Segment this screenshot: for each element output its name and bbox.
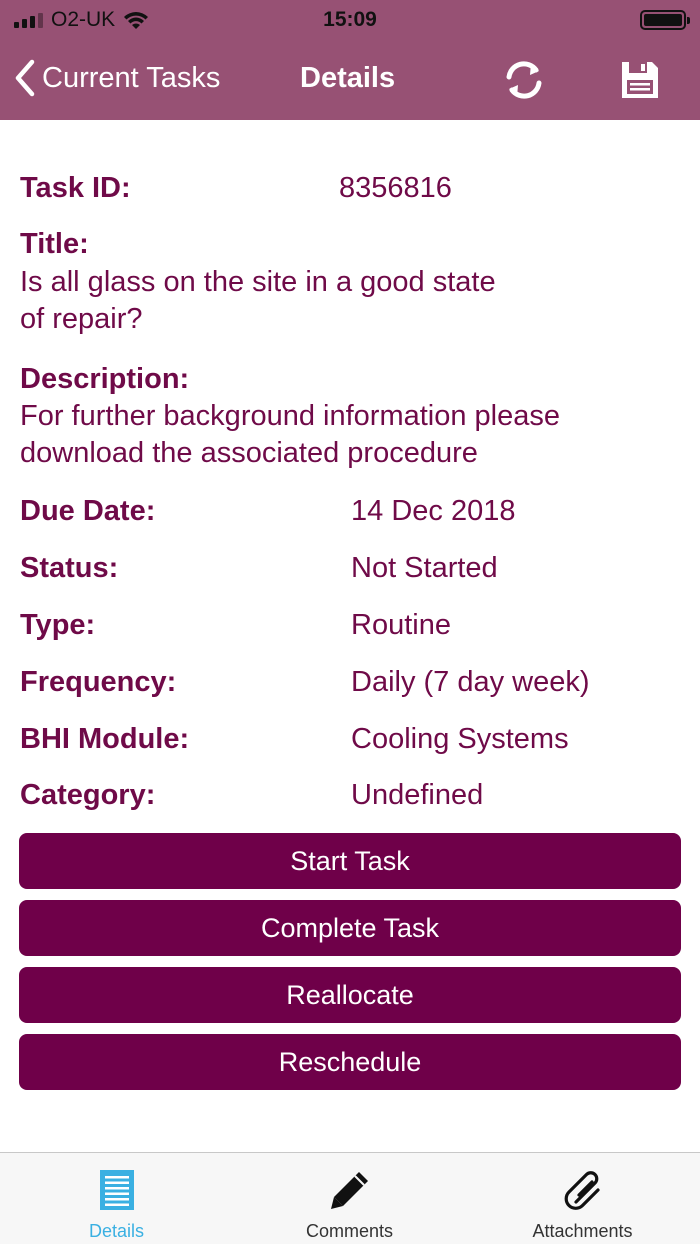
status-value: Not Started: [351, 552, 498, 584]
tab-attachments-label: Attachments: [532, 1221, 633, 1241]
pencil-icon: [330, 1172, 368, 1209]
description-label: Description:: [20, 363, 190, 395]
start-task-button[interactable]: Start Task: [19, 833, 681, 889]
paperclip-icon: [564, 1171, 600, 1210]
status-time: 15:09: [323, 8, 377, 31]
reallocate-button[interactable]: Reallocate: [19, 967, 681, 1023]
status-label: Status:: [20, 552, 119, 584]
complete-task-button[interactable]: Complete Task: [19, 900, 681, 956]
category-value: Undefined: [351, 779, 484, 811]
save-icon: [622, 62, 658, 98]
back-button-label: Current Tasks: [42, 61, 221, 94]
due-date-value: 14 Dec 2018: [351, 495, 516, 527]
refresh-icon: [506, 61, 542, 99]
bhi-module-value: Cooling Systems: [351, 723, 569, 755]
tab-details-label: Details: [88, 1221, 145, 1241]
description-line-1: For further background information pleas…: [20, 400, 561, 432]
back-button[interactable]: Current Tasks: [14, 56, 220, 100]
category-label: Category:: [20, 779, 156, 811]
title-label: Title:: [20, 228, 89, 260]
frequency-label: Frequency:: [20, 666, 177, 698]
frequency-value: Daily (7 day week): [351, 666, 590, 698]
nav-bar: Current Tasks Details: [0, 40, 700, 120]
due-date-label: Due Date:: [20, 495, 156, 527]
type-value: Routine: [351, 609, 451, 641]
chevron-left-icon: [15, 59, 35, 97]
title-line-1: Is all glass on the site in a good state: [20, 266, 496, 298]
title-line-2: of repair?: [20, 303, 143, 335]
tab-comments[interactable]: Comments: [233, 1153, 466, 1244]
tab-comments-label: Comments: [305, 1221, 394, 1241]
type-label: Type:: [20, 609, 96, 641]
task-id-value: 8356816: [339, 172, 452, 204]
battery-icon: [640, 10, 690, 30]
tab-bar: Details Comments Attachments: [0, 1152, 700, 1244]
header: O2-UK 15:09 Current Tasks Details: [0, 0, 700, 120]
page-title: Details: [300, 62, 396, 94]
tab-attachments[interactable]: Attachments: [466, 1153, 699, 1244]
list-icon: [99, 1170, 134, 1210]
task-id-label: Task ID:: [20, 172, 131, 204]
refresh-button[interactable]: [498, 54, 550, 106]
description-line-2: download the associated procedure: [20, 437, 478, 469]
save-button[interactable]: [614, 54, 666, 106]
status-bar: O2-UK 15:09: [0, 0, 700, 40]
tab-details[interactable]: Details: [0, 1153, 233, 1244]
bhi-module-label: BHI Module:: [20, 723, 190, 755]
reschedule-button[interactable]: Reschedule: [19, 1034, 681, 1090]
